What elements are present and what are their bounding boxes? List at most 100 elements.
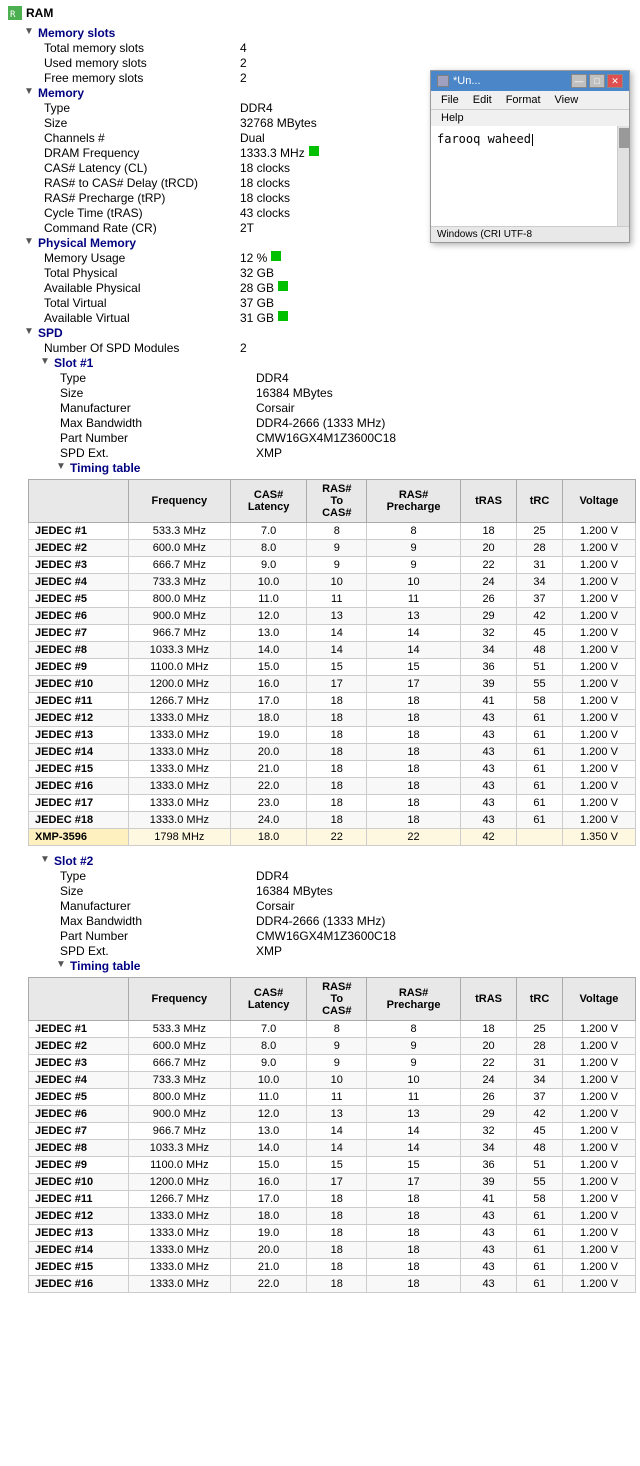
row-volt: 1.200 V (562, 1106, 635, 1123)
text-cursor (532, 134, 533, 146)
slot1-mfr-label: Manufacturer (56, 401, 256, 415)
memory-usage-indicator (271, 251, 281, 261)
row-cas: 22.0 (230, 778, 307, 795)
table-row: JEDEC #4 733.3 MHz 10.0 10 10 24 34 1.20… (29, 1072, 636, 1089)
row-trc: 55 (517, 676, 563, 693)
row-ras-cas: 9 (307, 540, 367, 557)
slot1-timing-item[interactable]: ▼ Timing table (8, 461, 636, 475)
table-row: JEDEC #12 1333.0 MHz 18.0 18 18 43 61 1.… (29, 1208, 636, 1225)
row-name: JEDEC #14 (29, 744, 129, 761)
title-bar: R RAM (4, 4, 636, 22)
row-trc: 37 (517, 1089, 563, 1106)
float-status-bar: Windows (CRI UTF-8 (431, 226, 629, 242)
menu-view[interactable]: View (549, 93, 585, 107)
row-cas: 12.0 (230, 608, 307, 625)
row-trc: 45 (517, 1123, 563, 1140)
row-cas: 11.0 (230, 1089, 307, 1106)
row-volt: 1.200 V (562, 625, 635, 642)
memory-slots-item[interactable]: ▼ Memory slots (8, 26, 636, 40)
dram-freq-label: DRAM Frequency (40, 146, 240, 160)
row-tras: 24 (461, 1072, 517, 1089)
slot1-mfr-value: Corsair (256, 401, 295, 415)
row-ras-pre: 18 (367, 1242, 461, 1259)
row-freq: 600.0 MHz (129, 1038, 231, 1055)
row-name: JEDEC #15 (29, 1259, 129, 1276)
table-row: JEDEC #17 1333.0 MHz 23.0 18 18 43 61 1.… (29, 795, 636, 812)
slot2-mfr-value: Corsair (256, 899, 295, 913)
row-freq: 1798 MHz (129, 829, 231, 846)
close-button[interactable]: ✕ (607, 74, 623, 88)
row-volt: 1.200 V (562, 1276, 635, 1293)
scrollbar-right[interactable] (617, 126, 629, 226)
slot1-arrow: ▼ (40, 356, 54, 367)
row-trc: 45 (517, 625, 563, 642)
row-freq: 1333.0 MHz (129, 795, 231, 812)
row-cas: 10.0 (230, 574, 307, 591)
row-volt: 1.200 V (562, 795, 635, 812)
row-ras-cas: 18 (307, 693, 367, 710)
row-cas: 9.0 (230, 1055, 307, 1072)
table-row: JEDEC #9 1100.0 MHz 15.0 15 15 36 51 1.2… (29, 1157, 636, 1174)
minimize-button[interactable]: — (571, 74, 587, 88)
row-cas: 14.0 (230, 1140, 307, 1157)
row-freq: 900.0 MHz (129, 608, 231, 625)
slot1-label: Slot #1 (54, 356, 93, 370)
row-ras-pre: 18 (367, 727, 461, 744)
row-ras-cas: 13 (307, 1106, 367, 1123)
menu-edit[interactable]: Edit (467, 93, 498, 107)
menu-format[interactable]: Format (500, 93, 547, 107)
slot2-mfr-row: Manufacturer Corsair (8, 899, 636, 913)
row-ras-cas: 18 (307, 1208, 367, 1225)
row-tras: 43 (461, 778, 517, 795)
row-ras-cas: 18 (307, 1276, 367, 1293)
row-ras-cas: 18 (307, 727, 367, 744)
slot2-pn-value: CMW16GX4M1Z3600C18 (256, 929, 396, 943)
spd-item[interactable]: ▼ SPD (8, 326, 636, 340)
float-window: *Un... — □ ✕ File Edit Format View Help … (430, 70, 630, 243)
row-tras: 43 (461, 744, 517, 761)
row-freq: 966.7 MHz (129, 1123, 231, 1140)
slot1-pn-value: CMW16GX4M1Z3600C18 (256, 431, 396, 445)
table-row: JEDEC #5 800.0 MHz 11.0 11 11 26 37 1.20… (29, 1089, 636, 1106)
slot1-item[interactable]: ▼ Slot #1 (8, 356, 636, 370)
row-freq: 1333.0 MHz (129, 1276, 231, 1293)
row-freq: 1333.0 MHz (129, 1259, 231, 1276)
row-tras: 29 (461, 608, 517, 625)
row-trc: 51 (517, 659, 563, 676)
row-cas: 18.0 (230, 829, 307, 846)
slot1-timing-arrow: ▼ (56, 461, 70, 472)
slot1-type-row: Type DDR4 (8, 371, 636, 385)
num-spd-modules-value: 2 (240, 341, 247, 355)
row-cas: 21.0 (230, 761, 307, 778)
row-volt: 1.200 V (562, 744, 635, 761)
row-freq: 733.3 MHz (129, 1072, 231, 1089)
row-ras-cas: 14 (307, 625, 367, 642)
slot2-spdext-label: SPD Ext. (56, 944, 256, 958)
float-text-content: farooq waheed (437, 132, 531, 146)
row-tras: 18 (461, 1021, 517, 1038)
row-ras-cas: 18 (307, 1259, 367, 1276)
slot2-pn-label: Part Number (56, 929, 256, 943)
maximize-button[interactable]: □ (589, 74, 605, 88)
row-trc: 34 (517, 574, 563, 591)
memory-usage-label: Memory Usage (40, 251, 240, 265)
slot2-timing-item[interactable]: ▼ Timing table (8, 959, 636, 973)
menu-file[interactable]: File (435, 93, 465, 107)
ras-to-cas-value: 18 clocks (240, 176, 290, 190)
row-tras: 29 (461, 1106, 517, 1123)
main-panel: R RAM ▼ Memory slots Total memory slots … (0, 0, 640, 1466)
row-ras-pre: 14 (367, 1140, 461, 1157)
row-volt: 1.200 V (562, 1021, 635, 1038)
table-row: JEDEC #18 1333.0 MHz 24.0 18 18 43 61 1.… (29, 812, 636, 829)
size-value: 32768 MBytes (240, 116, 317, 130)
row-volt: 1.200 V (562, 608, 635, 625)
table-row: JEDEC #1 533.3 MHz 7.0 8 8 18 25 1.200 V (29, 1021, 636, 1038)
row-tras: 43 (461, 1242, 517, 1259)
row-ras-pre: 14 (367, 625, 461, 642)
row-name: JEDEC #13 (29, 727, 129, 744)
total-memory-slots-label: Total memory slots (40, 41, 240, 55)
menu-help[interactable]: Help (435, 111, 470, 125)
row-name: JEDEC #1 (29, 1021, 129, 1038)
row-freq: 1333.0 MHz (129, 1225, 231, 1242)
slot2-item[interactable]: ▼ Slot #2 (8, 854, 636, 868)
